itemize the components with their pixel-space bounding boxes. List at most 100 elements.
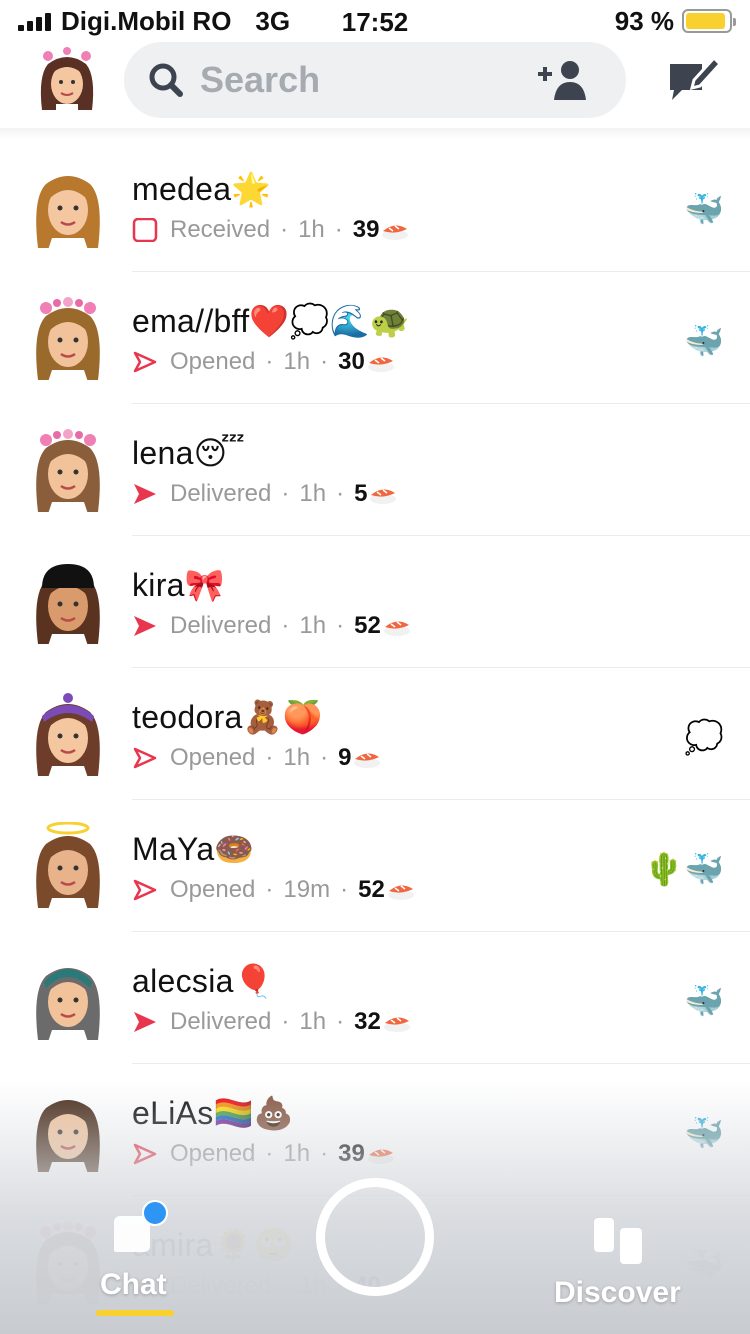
friend-name: ema//bff❤️💭🌊🐢 xyxy=(132,303,411,339)
streak-count: 32 xyxy=(354,1008,381,1035)
separator: · xyxy=(340,876,349,903)
capture-button[interactable] xyxy=(316,1178,434,1296)
separator: · xyxy=(265,744,274,771)
friend-emoji-badges: 🌵🐳 xyxy=(644,851,724,887)
nav-chat-tab[interactable]: Chat xyxy=(96,1198,176,1318)
friend-avatar[interactable] xyxy=(26,426,110,514)
chat-meta: Delivered · 1h · 52 xyxy=(132,612,412,640)
friend-emoji-badges: 🐳 xyxy=(684,191,724,227)
chat-status: Opened xyxy=(170,876,256,903)
chat-row[interactable]: lena😴 Delivered · 1h · 5 xyxy=(0,404,750,536)
search-placeholder: Search xyxy=(200,59,321,100)
chat-time: 1h xyxy=(299,1272,327,1299)
nav-discover-label: Discover xyxy=(554,1276,681,1309)
chat-row[interactable]: ema//bff❤️💭🌊🐢 Opened · 1h · 30 🐳 xyxy=(0,272,750,404)
network-type: 3G xyxy=(255,5,291,36)
streak-count: 5 xyxy=(354,480,368,507)
separator: · xyxy=(281,1008,290,1035)
status-bar: Digi.Mobil RO 3G 17:52 93 % xyxy=(0,0,750,42)
separator: · xyxy=(281,480,290,507)
friend-avatar[interactable] xyxy=(26,558,110,646)
chat-row[interactable]: teodora🧸🍑 Opened · 1h · 9 💭 xyxy=(0,668,750,800)
add-friend-icon[interactable] xyxy=(536,58,590,102)
row-divider xyxy=(132,1327,750,1328)
chat-row[interactable]: eLiAs🏳️‍🌈💩 Opened · 1h · 39 🐳 xyxy=(0,1064,750,1196)
separator: · xyxy=(320,348,329,375)
chat-meta: Opened · 19m · 52 xyxy=(132,876,416,904)
friend-avatar[interactable] xyxy=(26,954,110,1042)
friend-emoji-badges: 🐳 xyxy=(684,323,724,359)
signal-icon xyxy=(18,11,51,31)
chat-row[interactable]: medea🌟 Received · 1h · 39 🐳 xyxy=(0,140,750,272)
streak-count: 30 xyxy=(338,348,365,375)
separator: · xyxy=(280,216,289,243)
separator: · xyxy=(336,1008,345,1035)
streak-sushi-icon xyxy=(367,1149,394,1164)
friend-avatar[interactable] xyxy=(26,162,110,250)
friend-name: teodora🧸🍑 xyxy=(132,699,323,735)
streak-count: 39 xyxy=(352,216,380,243)
nav-discover-tab[interactable]: Discover xyxy=(552,1212,692,1312)
chat-status: Delivered xyxy=(170,612,272,639)
chat-status: Delivered xyxy=(170,480,272,507)
friend-name: kira🎀 xyxy=(132,567,225,603)
search-icon xyxy=(149,63,183,97)
opened-icon xyxy=(133,1143,157,1165)
chat-meta: Opened · 1h · 30 xyxy=(132,348,396,376)
carrier-name: Digi.Mobil RO xyxy=(61,5,232,36)
received-icon xyxy=(132,218,158,242)
streak-count: 9 xyxy=(338,744,352,771)
streak-sushi-icon xyxy=(382,225,409,240)
delivered-icon xyxy=(134,1012,156,1032)
battery-icon xyxy=(682,9,736,33)
chat-time: 1h xyxy=(283,348,311,375)
streak-sushi-icon xyxy=(370,489,397,504)
chat-status: Delivered xyxy=(170,1272,272,1299)
new-chat-icon[interactable] xyxy=(668,54,722,106)
opened-icon xyxy=(133,879,157,901)
chat-row[interactable]: alecsia🎈 Delivered · 1h · 32 🐳 xyxy=(0,932,750,1064)
delivered-icon xyxy=(134,484,156,504)
header-divider xyxy=(0,128,750,140)
chat-meta: Delivered · 1h · 5 xyxy=(132,480,398,508)
chat-row[interactable]: MaYa🍩 Opened · 19m · 52 🌵🐳 xyxy=(0,800,750,932)
nav-chat-label: Chat xyxy=(100,1268,167,1301)
friend-name: medea🌟 xyxy=(132,171,272,207)
chat-row[interactable]: kira🎀 Delivered · 1h · 52 xyxy=(0,536,750,668)
battery-percent: 93 % xyxy=(614,5,674,36)
separator: · xyxy=(265,1140,274,1167)
chat-time: 1h xyxy=(299,1008,327,1035)
chat-meta: Delivered · 1h · 32 xyxy=(132,1008,412,1036)
friend-name: MaYa🍩 xyxy=(132,831,255,867)
separator: · xyxy=(336,480,345,507)
streak-sushi-icon xyxy=(367,357,394,372)
friend-avatar[interactable] xyxy=(26,822,110,910)
friend-emoji-badges: 💭 xyxy=(684,719,724,755)
friend-emoji-badges: 🐳 xyxy=(684,983,724,1019)
chat-time: 1h xyxy=(299,612,327,639)
streak-count: 52 xyxy=(358,876,385,903)
profile-avatar[interactable] xyxy=(34,46,100,116)
chat-list: medea🌟 Received · 1h · 39 🐳 ema//bff❤️💭🌊… xyxy=(0,140,750,1328)
separator: · xyxy=(281,1272,290,1299)
active-tab-indicator xyxy=(96,1310,174,1316)
chat-status: Received xyxy=(170,216,271,243)
friend-avatar[interactable] xyxy=(26,690,110,778)
chat-time: 19m xyxy=(283,876,331,903)
opened-icon xyxy=(133,351,157,373)
chat-time: 1h xyxy=(298,216,325,243)
separator: · xyxy=(281,612,290,639)
streak-sushi-icon xyxy=(383,1017,410,1032)
streak-sushi-icon xyxy=(383,621,410,636)
friend-avatar[interactable] xyxy=(26,1086,110,1174)
separator: · xyxy=(334,216,343,243)
notification-dot xyxy=(142,1200,168,1226)
chat-status: Delivered xyxy=(170,1008,272,1035)
header: Search xyxy=(0,42,750,130)
friend-avatar[interactable] xyxy=(26,294,110,382)
friend-name: eLiAs🏳️‍🌈💩 xyxy=(132,1095,294,1131)
streak-sushi-icon xyxy=(387,885,414,900)
chat-time: 1h xyxy=(299,480,327,507)
separator: · xyxy=(265,876,274,903)
separator: · xyxy=(320,1140,329,1167)
